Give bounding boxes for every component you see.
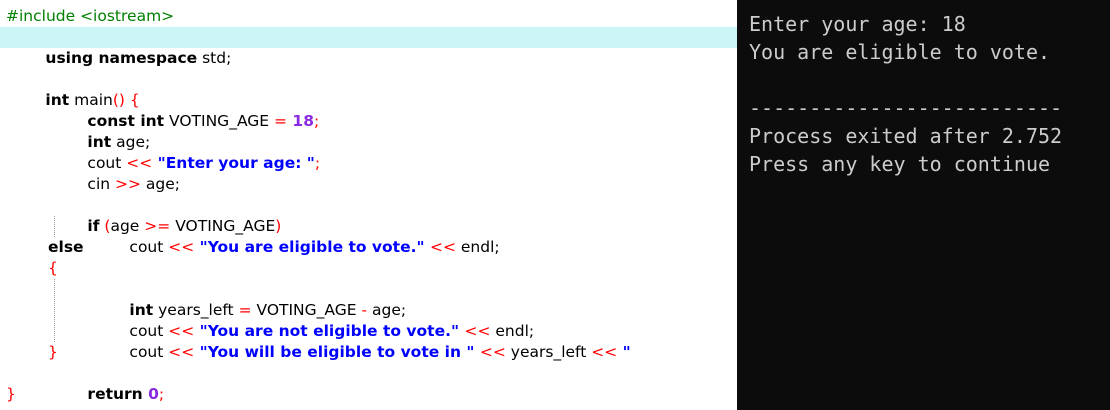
code-line-13[interactable]: { <box>0 258 737 279</box>
code-line-8[interactable]: cin >> age; <box>0 153 737 193</box>
close-brace: } <box>48 343 58 361</box>
console-separator: -------------------------- <box>749 96 1063 120</box>
console-prompt-line: Enter your age: 18 <box>749 12 966 36</box>
code-line-10[interactable]: if (age >= VOTING_AGE) <box>0 195 737 235</box>
code-editor[interactable]: #include <iostream> using namespace std;… <box>0 0 737 410</box>
keyword-else: else <box>48 238 84 256</box>
code-line-17[interactable]: } <box>0 342 737 363</box>
console-result-line: You are eligible to vote. <box>749 40 1051 64</box>
code-line-14[interactable]: int years_left = VOTING_AGE - age; <box>0 279 737 319</box>
code-line-11[interactable]: cout << "You are eligible to vote." << e… <box>0 216 737 256</box>
open-brace: { <box>48 259 58 277</box>
code-line-2-current[interactable]: using namespace std; <box>0 27 737 67</box>
console-continue-line: Press any key to continue <box>749 152 1051 176</box>
code-line-9-blank[interactable] <box>0 174 737 195</box>
console-process-exit-line: Process exited after 2.752 <box>749 124 1063 148</box>
code-line-15[interactable]: cout << "You are not eligible to vote." … <box>0 300 737 340</box>
code-line-6[interactable]: int age; <box>0 111 737 151</box>
code-line-4[interactable]: int main() { <box>0 69 737 109</box>
code-line-1[interactable]: #include <iostream> <box>0 6 737 27</box>
code-line-7[interactable]: cout << "Enter your age: "; <box>0 132 737 172</box>
code-line-16[interactable]: cout << "You will be eligible to vote in… <box>0 321 737 361</box>
include-directive: #include <iostream> <box>6 7 175 25</box>
app-root: #include <iostream> using namespace std;… <box>0 0 1110 410</box>
close-brace-main: } <box>6 385 16 403</box>
code-line-19[interactable]: } <box>0 384 737 405</box>
code-line-5[interactable]: const int VOTING_AGE = 18; <box>0 90 737 130</box>
code-line-12[interactable]: else <box>0 237 737 258</box>
code-line-18[interactable]: return 0; <box>0 363 737 403</box>
code-line-3-blank[interactable] <box>0 48 737 69</box>
console-output-window[interactable]: Enter your age: 18 You are eligible to v… <box>737 0 1110 410</box>
